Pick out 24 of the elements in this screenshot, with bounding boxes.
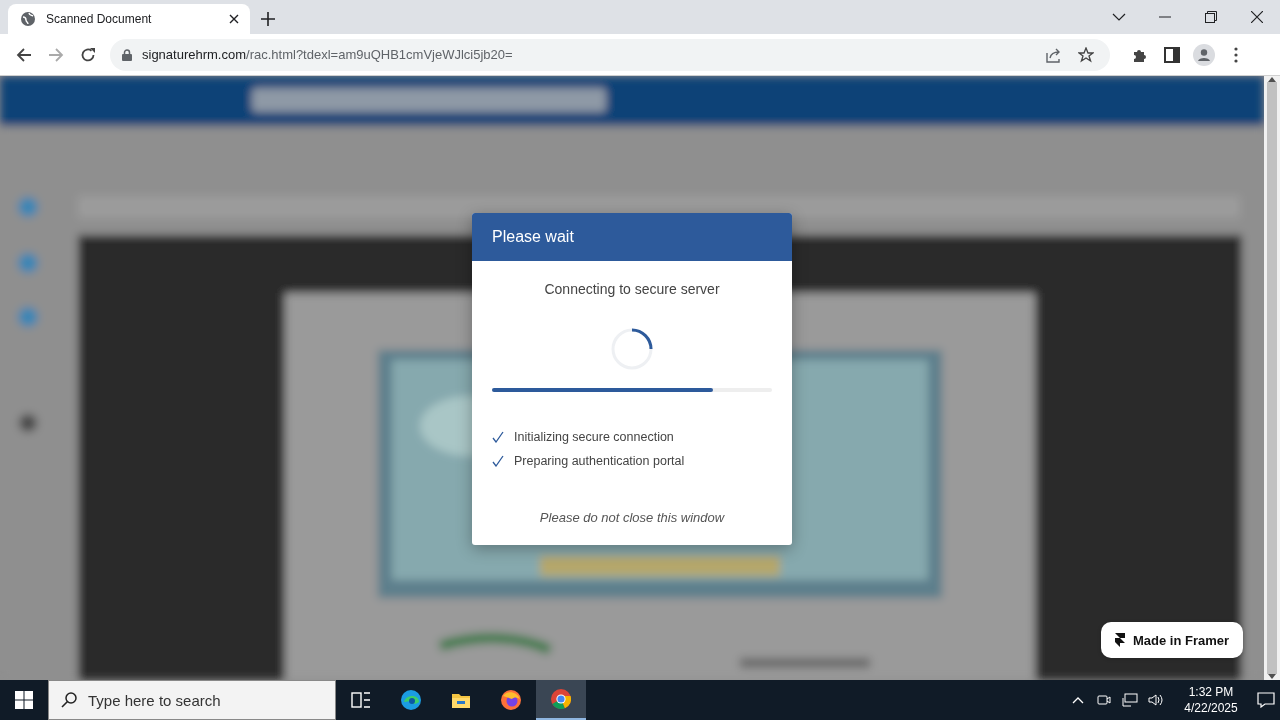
firefox-icon bbox=[501, 690, 521, 710]
step-label: Initializing secure connection bbox=[514, 430, 674, 444]
search-icon bbox=[61, 692, 77, 708]
new-tab-icon[interactable] bbox=[260, 11, 276, 27]
status-message: Connecting to secure server bbox=[544, 281, 720, 297]
lock-icon bbox=[122, 48, 132, 61]
scrollbar[interactable] bbox=[1264, 76, 1280, 680]
made-in-framer-badge[interactable]: Made in Framer bbox=[1101, 622, 1244, 658]
tab-title: Scanned Document bbox=[46, 12, 153, 26]
browser-tab[interactable]: Scanned Document bbox=[8, 4, 250, 34]
dialog-title: Please wait bbox=[492, 228, 574, 246]
windows-logo-icon bbox=[15, 691, 33, 709]
address-bar[interactable]: signaturehrm.com/rac.html?tdexl=am9uQHB1cmVjeWJlci5jb20= bbox=[110, 38, 1110, 71]
warning-note: Please do not close this window bbox=[539, 510, 725, 525]
step-label: Preparing authentication portal bbox=[514, 454, 685, 468]
globe-icon bbox=[20, 11, 36, 27]
framer-logo-icon bbox=[1115, 633, 1125, 647]
clock[interactable]: 1:32 PM 4/22/2025 bbox=[1172, 684, 1250, 716]
task-view-icon bbox=[351, 690, 371, 710]
spinner-icon bbox=[611, 328, 653, 370]
url-text: signaturehrm.com/rac.html?tdexl=am9uQHB1cmVjeWJlci5jb20= bbox=[142, 47, 514, 62]
chrome-icon bbox=[551, 689, 571, 709]
search-field[interactable]: Type here to search bbox=[48, 680, 336, 720]
edge-icon bbox=[401, 690, 421, 710]
